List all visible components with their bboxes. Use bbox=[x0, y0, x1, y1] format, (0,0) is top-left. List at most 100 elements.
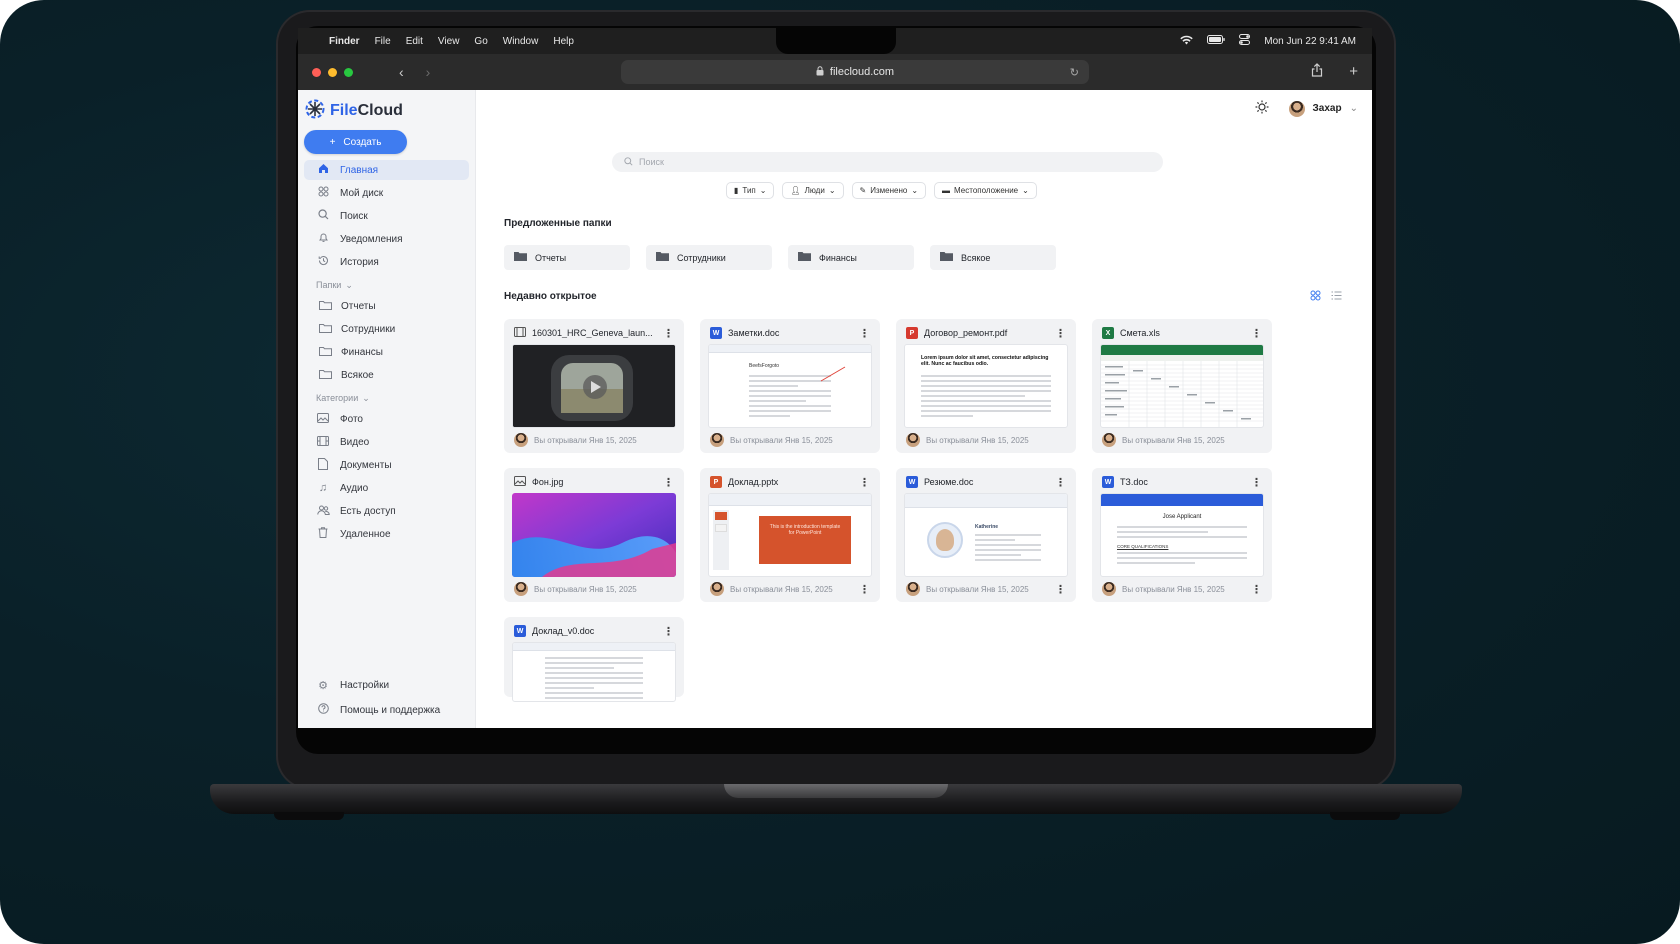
file-card-notes[interactable]: W Заметки.doc ⋮ BeefsForgoto Вы открывал… bbox=[700, 319, 880, 453]
filter-modified[interactable]: ✎ Изменено ⌄ bbox=[851, 182, 927, 199]
resume-name: Katherine bbox=[975, 524, 999, 530]
menu-app-name[interactable]: Finder bbox=[329, 36, 360, 47]
close-window-button[interactable] bbox=[312, 67, 321, 77]
more-options-icon[interactable]: ⋮ bbox=[1055, 327, 1066, 340]
user-menu[interactable]: Захар ⌄ bbox=[1288, 100, 1358, 117]
new-tab-icon[interactable]: + bbox=[1349, 63, 1358, 81]
theme-toggle-sun-icon[interactable] bbox=[1255, 100, 1269, 117]
wifi-icon[interactable] bbox=[1180, 35, 1193, 48]
file-meta: Вы открывали Янв 15, 2025 bbox=[730, 584, 833, 594]
more-options-icon[interactable]: ⋮ bbox=[859, 327, 870, 340]
menu-view[interactable]: View bbox=[438, 36, 460, 47]
categories-section-toggle[interactable]: Категории ⌄ bbox=[304, 390, 469, 406]
sidebar-category-video[interactable]: Видео bbox=[304, 432, 469, 452]
more-options-icon[interactable]: ⋮ bbox=[663, 476, 674, 489]
thumb-title: BeefsForgoto bbox=[749, 363, 780, 369]
filter-location[interactable]: ▬ Местоположение ⌄ bbox=[934, 182, 1037, 199]
help-icon bbox=[316, 703, 330, 717]
sidebar-category-audio[interactable]: ♫ Аудио bbox=[304, 478, 469, 498]
more-options-icon[interactable]: ⋮ bbox=[663, 327, 674, 340]
sidebar-item-settings[interactable]: ⚙ Настройки bbox=[304, 675, 470, 695]
sidebar-category-trash[interactable]: Удаленное bbox=[304, 524, 469, 544]
create-button-label: Создать bbox=[343, 136, 382, 148]
folders-section-toggle[interactable]: Папки ⌄ bbox=[304, 277, 469, 293]
user-name: Захар bbox=[1312, 103, 1342, 114]
file-card-presentation[interactable]: P Доклад.pptx ⋮ This is the introduction… bbox=[700, 468, 880, 602]
sidebar-item-help[interactable]: Помощь и поддержка bbox=[304, 700, 470, 720]
sidebar-category-shared[interactable]: Есть доступ bbox=[304, 501, 469, 521]
sidebar-item-history[interactable]: История bbox=[304, 252, 469, 272]
address-bar[interactable]: filecloud.com ↻ bbox=[621, 60, 1089, 84]
sidebar-category-photos[interactable]: Фото bbox=[304, 409, 469, 429]
sidebar-folder-misc[interactable]: Всякое bbox=[304, 365, 469, 385]
forward-icon[interactable]: › bbox=[426, 64, 431, 80]
suggested-folder-employees[interactable]: Сотрудники bbox=[646, 245, 772, 270]
more-options-icon[interactable]: ⋮ bbox=[859, 583, 870, 596]
more-options-icon[interactable]: ⋮ bbox=[663, 625, 674, 638]
file-card-draft[interactable]: W Доклад_v0.doc ⋮ bbox=[504, 617, 684, 702]
more-options-icon[interactable]: ⋮ bbox=[1055, 583, 1066, 596]
menu-go[interactable]: Go bbox=[474, 36, 487, 47]
create-button[interactable]: + Создать bbox=[304, 130, 407, 154]
battery-icon[interactable] bbox=[1207, 35, 1225, 47]
more-options-icon[interactable]: ⋮ bbox=[1055, 476, 1066, 489]
sidebar-item-label: Уведомления bbox=[340, 233, 403, 245]
more-options-icon[interactable]: ⋮ bbox=[1251, 476, 1262, 489]
sidebar-item-notifications[interactable]: Уведомления bbox=[304, 229, 469, 249]
search-input[interactable]: Поиск bbox=[612, 152, 1163, 172]
sidebar-item-home[interactable]: Главная bbox=[304, 160, 469, 180]
menu-file[interactable]: File bbox=[375, 36, 391, 47]
file-meta: Вы открывали Янв 15, 2025 bbox=[1122, 584, 1225, 594]
suggested-folder-reports[interactable]: Отчеты bbox=[504, 245, 630, 270]
menu-help[interactable]: Help bbox=[553, 36, 574, 47]
file-meta: Вы открывали Янв 15, 2025 bbox=[730, 435, 833, 445]
grid-view-icon[interactable] bbox=[1310, 290, 1321, 304]
back-icon[interactable]: ‹ bbox=[399, 64, 404, 80]
sidebar-item-label: Сотрудники bbox=[341, 323, 396, 335]
sidebar-category-documents[interactable]: Документы bbox=[304, 455, 469, 475]
sidebar-folder-employees[interactable]: Сотрудники bbox=[304, 319, 469, 339]
folder-icon bbox=[318, 346, 332, 359]
folder-icon bbox=[940, 251, 953, 264]
grid-icon bbox=[316, 186, 330, 200]
reload-icon[interactable]: ↻ bbox=[1070, 66, 1079, 79]
menu-edit[interactable]: Edit bbox=[406, 36, 423, 47]
suggested-folder-finance[interactable]: Финансы bbox=[788, 245, 914, 270]
list-view-icon[interactable] bbox=[1331, 290, 1342, 304]
lock-icon bbox=[816, 65, 824, 79]
minimize-window-button[interactable] bbox=[328, 67, 337, 77]
filter-type[interactable]: ▮ Тип ⌄ bbox=[726, 182, 775, 199]
filter-bar: ▮ Тип ⌄ 👤︎ Люди ⌄ ✎ Изменено ⌄ ▬ Местопо… bbox=[726, 182, 1037, 199]
file-card-contract[interactable]: P Договор_ремонт.pdf ⋮ Lorem ipsum dolor… bbox=[896, 319, 1076, 453]
sidebar-item-label: Отчеты bbox=[341, 300, 376, 312]
spec-name: Jose Applicant bbox=[1162, 514, 1202, 520]
search-icon bbox=[316, 209, 330, 223]
sidebar-item-my-drive[interactable]: Мой диск bbox=[304, 183, 469, 203]
pdf-file-icon: P bbox=[906, 327, 918, 339]
more-options-icon[interactable]: ⋮ bbox=[1251, 583, 1262, 596]
sidebar-folder-reports[interactable]: Отчеты bbox=[304, 296, 469, 316]
sidebar-folder-finance[interactable]: Финансы bbox=[304, 342, 469, 362]
file-card-estimate[interactable]: X Смета.xls ⋮ Вы открывали Янв 15, 2025 bbox=[1092, 319, 1272, 453]
menubar-clock[interactable]: Mon Jun 22 9:41 AM bbox=[1264, 36, 1356, 47]
menu-window[interactable]: Window bbox=[503, 36, 539, 47]
more-options-icon[interactable]: ⋮ bbox=[859, 476, 870, 489]
file-name: Договор_ремонт.pdf bbox=[924, 328, 1008, 338]
control-center-icon[interactable] bbox=[1239, 34, 1251, 48]
file-card-resume[interactable]: W Резюме.doc ⋮ Katherine Вы открывали Ян… bbox=[896, 468, 1076, 602]
person-icon: 👤︎ bbox=[790, 186, 801, 195]
file-card-spec[interactable]: W ТЗ.doc ⋮ Jose Applicant CORE QUALIFICA… bbox=[1092, 468, 1272, 602]
file-card-background[interactable]: Фон.jpg ⋮ Вы открывали Янв 15, 2025 bbox=[504, 468, 684, 602]
chevron-down-icon: ⌄ bbox=[1349, 103, 1358, 114]
filter-people[interactable]: 👤︎ Люди ⌄ bbox=[782, 182, 844, 199]
zoom-window-button[interactable] bbox=[344, 67, 353, 77]
more-options-icon[interactable]: ⋮ bbox=[1251, 327, 1262, 340]
share-icon[interactable] bbox=[1311, 63, 1323, 81]
file-name: Доклад_v0.doc bbox=[532, 626, 595, 636]
filter-label: Люди bbox=[804, 186, 825, 195]
film-icon bbox=[514, 327, 526, 339]
sidebar-item-search[interactable]: Поиск bbox=[304, 206, 469, 226]
suggested-folder-misc[interactable]: Всякое bbox=[930, 245, 1056, 270]
filecloud-logo[interactable]: FileCloud bbox=[304, 99, 469, 122]
file-card-video[interactable]: 160301_HRC_Geneva_laun... ⋮ Вы открывали… bbox=[504, 319, 684, 453]
